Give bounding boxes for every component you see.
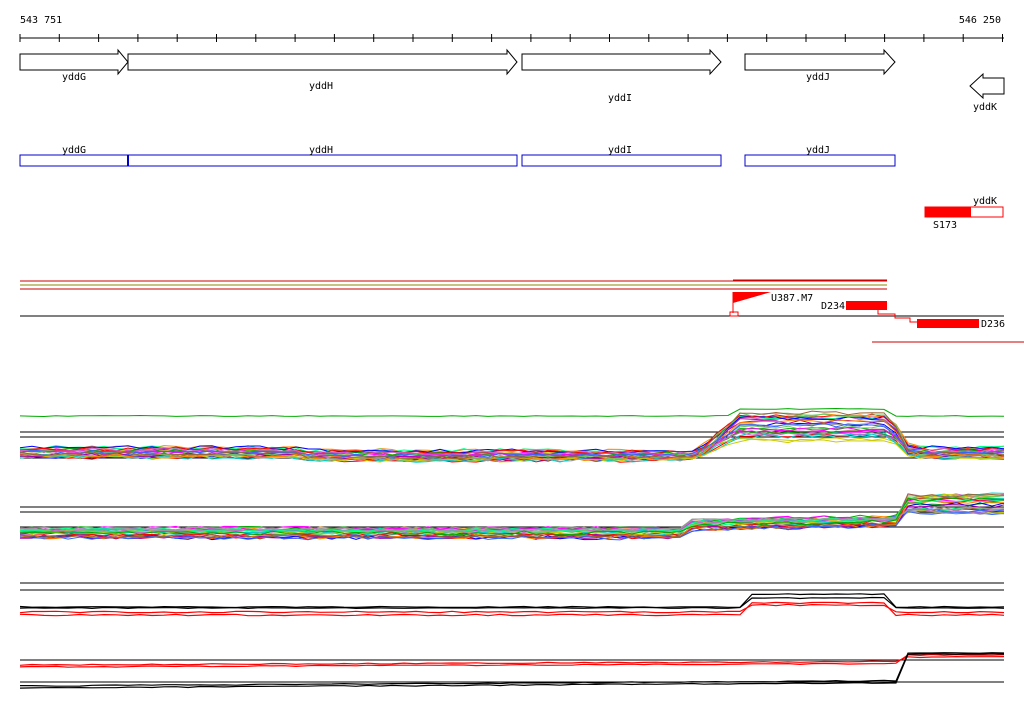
expression-track-2 bbox=[19, 492, 1005, 541]
coordinate-ruler: 543 751 546 250 bbox=[19, 15, 1004, 42]
gene-arrow-track: yddG yddH yddI yddJ yddK bbox=[19, 48, 1005, 113]
end-coordinate: 546 250 bbox=[959, 15, 1001, 26]
annotation-box-yddI[interactable] bbox=[521, 154, 722, 167]
track-canvas: 543 751 546 250 yddG yddH yddI yddJ yddK… bbox=[19, 15, 1024, 689]
annotation-label-yddJ: yddJ bbox=[806, 145, 830, 156]
annotation-track: yddG yddH yddI yddJ bbox=[19, 145, 896, 167]
annotation-box-yddH[interactable] bbox=[127, 154, 518, 167]
gene-arrow-yddJ[interactable] bbox=[744, 48, 896, 76]
segment-track: U387.M7 D234 D236 bbox=[20, 279, 1024, 343]
gene-label-yddG: yddG bbox=[62, 72, 86, 83]
gene-arrow-yddK[interactable] bbox=[969, 72, 1005, 100]
feature-label-yddK: yddK bbox=[973, 196, 997, 207]
annotation-label-yddI: yddI bbox=[608, 145, 632, 156]
annotation-label-yddG: yddG bbox=[62, 145, 86, 156]
gene-arrow-yddH[interactable] bbox=[127, 48, 518, 76]
gene-label-yddI: yddI bbox=[608, 93, 632, 104]
promoter-flag-u387[interactable] bbox=[733, 292, 771, 303]
gene-label-yddJ: yddJ bbox=[806, 72, 830, 83]
expression-track-1 bbox=[19, 407, 1005, 463]
gene-label-yddH: yddH bbox=[309, 81, 333, 92]
feature-label-s173: S173 bbox=[933, 220, 957, 231]
feature-label-d236: D236 bbox=[981, 319, 1005, 330]
feature-label-d234: D234 bbox=[821, 301, 845, 312]
expression-traces bbox=[19, 492, 1005, 541]
genome-browser-view: 543 751 546 250 yddG yddH yddI yddJ yddK… bbox=[0, 0, 1024, 714]
start-coordinate: 543 751 bbox=[20, 15, 62, 26]
summary-track-2 bbox=[19, 652, 1005, 689]
summary-traces bbox=[19, 593, 1005, 617]
summary-traces bbox=[19, 652, 1005, 689]
feature-label-u387: U387.M7 bbox=[771, 293, 813, 304]
feature-box-d236[interactable] bbox=[917, 319, 979, 328]
expression-trace bbox=[19, 653, 1005, 668]
annotation-label-yddH: yddH bbox=[309, 145, 333, 156]
gene-arrow-yddI[interactable] bbox=[521, 48, 722, 76]
feature-yddK: yddK S173 bbox=[924, 196, 1004, 231]
promoter-base bbox=[729, 311, 739, 317]
expression-trace bbox=[20, 652, 1005, 687]
summary-track-1 bbox=[19, 582, 1005, 617]
expression-trace bbox=[19, 601, 1005, 617]
feature-box-d234[interactable] bbox=[846, 301, 887, 310]
expression-traces bbox=[19, 407, 1005, 463]
gene-arrow-yddG[interactable] bbox=[19, 48, 129, 76]
annotation-box-yddG[interactable] bbox=[19, 154, 129, 167]
annotation-box-yddJ[interactable] bbox=[744, 154, 896, 167]
expression-trace bbox=[19, 603, 1005, 614]
feature-fill-s173 bbox=[925, 207, 971, 217]
expression-trace bbox=[19, 413, 1005, 454]
gene-label-yddK: yddK bbox=[973, 102, 997, 113]
